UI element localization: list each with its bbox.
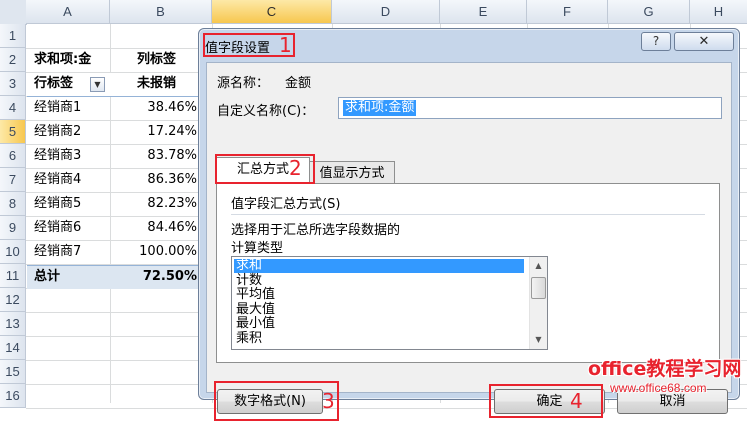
row-header[interactable]: 13	[0, 312, 26, 336]
column-header[interactable]: C	[212, 0, 332, 24]
row-header[interactable]: 12	[0, 288, 26, 312]
row-header[interactable]: 14	[0, 336, 26, 360]
function-option[interactable]: 平均值	[234, 288, 524, 302]
pivot-column-value-head[interactable]: 未报销	[137, 72, 197, 96]
annotation-number: 2	[289, 156, 302, 180]
pivot-row-value[interactable]: 83.78%	[127, 144, 197, 168]
close-icon: ✕	[698, 34, 710, 49]
pivot-total-label[interactable]: 总计	[34, 265, 94, 289]
annotation-number: 4	[570, 389, 583, 413]
group-divider	[231, 214, 705, 215]
description-line-1: 选择用于汇总所选字段数据的	[231, 223, 401, 238]
pivot-row-name[interactable]: 经销商7	[34, 240, 124, 264]
pivot-row-value[interactable]: 38.46%	[127, 96, 197, 120]
column-header[interactable]: E	[440, 0, 527, 24]
column-header[interactable]: H	[690, 0, 747, 24]
annotation-number: 3	[322, 389, 335, 413]
row-header[interactable]: 16	[0, 384, 26, 408]
watermark-line-2: www.office68.com	[610, 381, 707, 395]
dialog-titlebar[interactable]: 值字段设置 1 ? ✕	[199, 29, 739, 61]
description-line-2: 计算类型	[231, 241, 284, 256]
pivot-row-name[interactable]: 经销商3	[34, 144, 124, 168]
column-header[interactable]: D	[332, 0, 440, 24]
scroll-down-icon[interactable]: ▼	[531, 332, 546, 348]
dialog-body: 源名称： 金额 自定义名称(C)： 求和项:金额 汇总方式 值显示方式 2 值字…	[206, 62, 732, 421]
pivot-row-name[interactable]: 经销商5	[34, 192, 124, 216]
pivot-row-value[interactable]: 84.46%	[127, 216, 197, 240]
row-header[interactable]: 15	[0, 360, 26, 384]
pivot-row-name[interactable]: 经销商6	[34, 216, 124, 240]
tab-show-values-as[interactable]: 值显示方式	[309, 161, 395, 185]
pivot-row-name[interactable]: 经销商2	[34, 120, 124, 144]
row-header[interactable]: 9	[0, 216, 26, 240]
calculation-type-listbox[interactable]: 求和 计数 平均值 最大值 最小值 乘积 ▲ ▼	[231, 256, 548, 350]
row-filter-dropdown-icon[interactable]: ▼	[90, 77, 105, 92]
pivot-row-value[interactable]: 100.00%	[127, 240, 197, 264]
function-option[interactable]: 求和	[234, 259, 524, 273]
row-header[interactable]: 11	[0, 264, 26, 288]
value-field-settings-dialog: 值字段设置 1 ? ✕ 源名称： 金额 自定义名称(C)： 求和项:金额 汇总方…	[198, 28, 740, 421]
row-header[interactable]: 2	[0, 48, 26, 72]
source-name-label: 源名称：	[217, 76, 270, 91]
summarize-tab-panel: 值字段汇总方式(S) 选择用于汇总所选字段数据的 计算类型 求和 计数 平均值 最大值…	[216, 183, 720, 363]
help-button[interactable]: ?	[641, 32, 671, 51]
function-option[interactable]: 计数	[234, 273, 524, 288]
column-header[interactable]: F	[527, 0, 608, 24]
select-all-corner[interactable]	[0, 0, 27, 25]
watermark-line-1: office教程学习网	[588, 358, 742, 380]
column-header[interactable]: G	[608, 0, 690, 24]
scroll-up-icon[interactable]: ▲	[531, 258, 546, 274]
site-watermark: office教程学习网 www.office68.com	[588, 354, 741, 395]
source-name-value: 金额	[285, 76, 312, 91]
pivot-row-value[interactable]: 86.36%	[127, 168, 197, 192]
row-header[interactable]: 10	[0, 240, 26, 264]
summarize-group-title: 值字段汇总方式(S)	[231, 197, 341, 212]
row-header[interactable]: 3	[0, 72, 26, 96]
row-header[interactable]: 5	[0, 120, 26, 144]
scroll-thumb[interactable]	[531, 277, 546, 299]
custom-name-input[interactable]: 求和项:金额	[338, 97, 722, 119]
column-header[interactable]: B	[110, 0, 212, 24]
pivot-column-label[interactable]: 列标签	[137, 48, 197, 72]
row-header[interactable]: 6	[0, 144, 26, 168]
pivot-total-value[interactable]: 72.50%	[127, 265, 197, 289]
function-option[interactable]: 最小值	[234, 317, 524, 331]
row-header[interactable]: 4	[0, 96, 26, 120]
annotation-number: 1	[279, 33, 292, 57]
custom-name-label: 自定义名称(C)：	[217, 104, 315, 119]
custom-name-value: 求和项:金额	[343, 100, 417, 116]
annotation-frame-number-format	[214, 381, 339, 421]
column-header[interactable]: A	[26, 0, 110, 24]
pivot-row-name[interactable]: 经销商1	[34, 96, 124, 120]
row-header[interactable]: 1	[0, 24, 26, 48]
close-button[interactable]: ✕	[674, 32, 734, 51]
row-header[interactable]: 8	[0, 192, 26, 216]
pivot-row-label[interactable]: 行标签	[34, 72, 94, 96]
function-option[interactable]: 乘积	[234, 331, 524, 346]
pivot-row-name[interactable]: 经销商4	[34, 168, 124, 192]
annotation-frame-ok	[489, 384, 603, 418]
listbox-scrollbar[interactable]: ▲ ▼	[529, 257, 547, 349]
pivot-sum-label[interactable]: 求和项:金	[34, 48, 134, 72]
function-option[interactable]: 最大值	[234, 302, 524, 317]
pivot-row-value[interactable]: 82.23%	[127, 192, 197, 216]
pivot-row-value[interactable]: 17.24%	[127, 120, 197, 144]
row-header[interactable]: 7	[0, 168, 26, 192]
